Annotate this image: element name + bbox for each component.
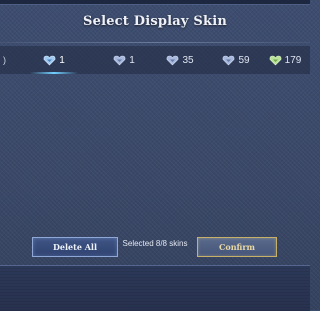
heart-shield-icon bbox=[113, 55, 126, 66]
tab-label: 1 bbox=[59, 54, 65, 66]
heart-shield-icon bbox=[269, 55, 282, 66]
tab-label: 1 bbox=[129, 54, 135, 66]
tab-3[interactable]: 35 bbox=[150, 46, 210, 74]
tab-label: 179 bbox=[284, 54, 302, 66]
tab-label: 35 bbox=[182, 54, 194, 66]
heart-shield-icon bbox=[166, 55, 179, 66]
tab-4[interactable]: 59 bbox=[206, 46, 266, 74]
active-tab-underline bbox=[30, 72, 78, 74]
confirm-button[interactable]: Confirm bbox=[197, 237, 277, 257]
tab-label: 59 bbox=[238, 54, 250, 66]
tab-bar: 1 1 35 59 179 bbox=[0, 46, 310, 74]
tab-2[interactable]: 1 bbox=[94, 46, 154, 74]
heart-shield-icon bbox=[43, 55, 56, 66]
tab-1[interactable]: 1 bbox=[24, 46, 84, 74]
confirm-label: Confirm bbox=[218, 242, 255, 252]
scroll-left-edge: ) bbox=[3, 55, 6, 65]
title-divider bbox=[0, 42, 310, 43]
page-title: Select Display Skin bbox=[83, 14, 227, 29]
top-strip bbox=[0, 0, 310, 5]
heart-shield-icon bbox=[222, 55, 235, 66]
delete-all-button[interactable]: Delete All bbox=[32, 237, 118, 257]
tab-5[interactable]: 179 bbox=[260, 46, 310, 74]
delete-all-label: Delete All bbox=[52, 242, 97, 252]
bottom-strip bbox=[0, 265, 310, 311]
